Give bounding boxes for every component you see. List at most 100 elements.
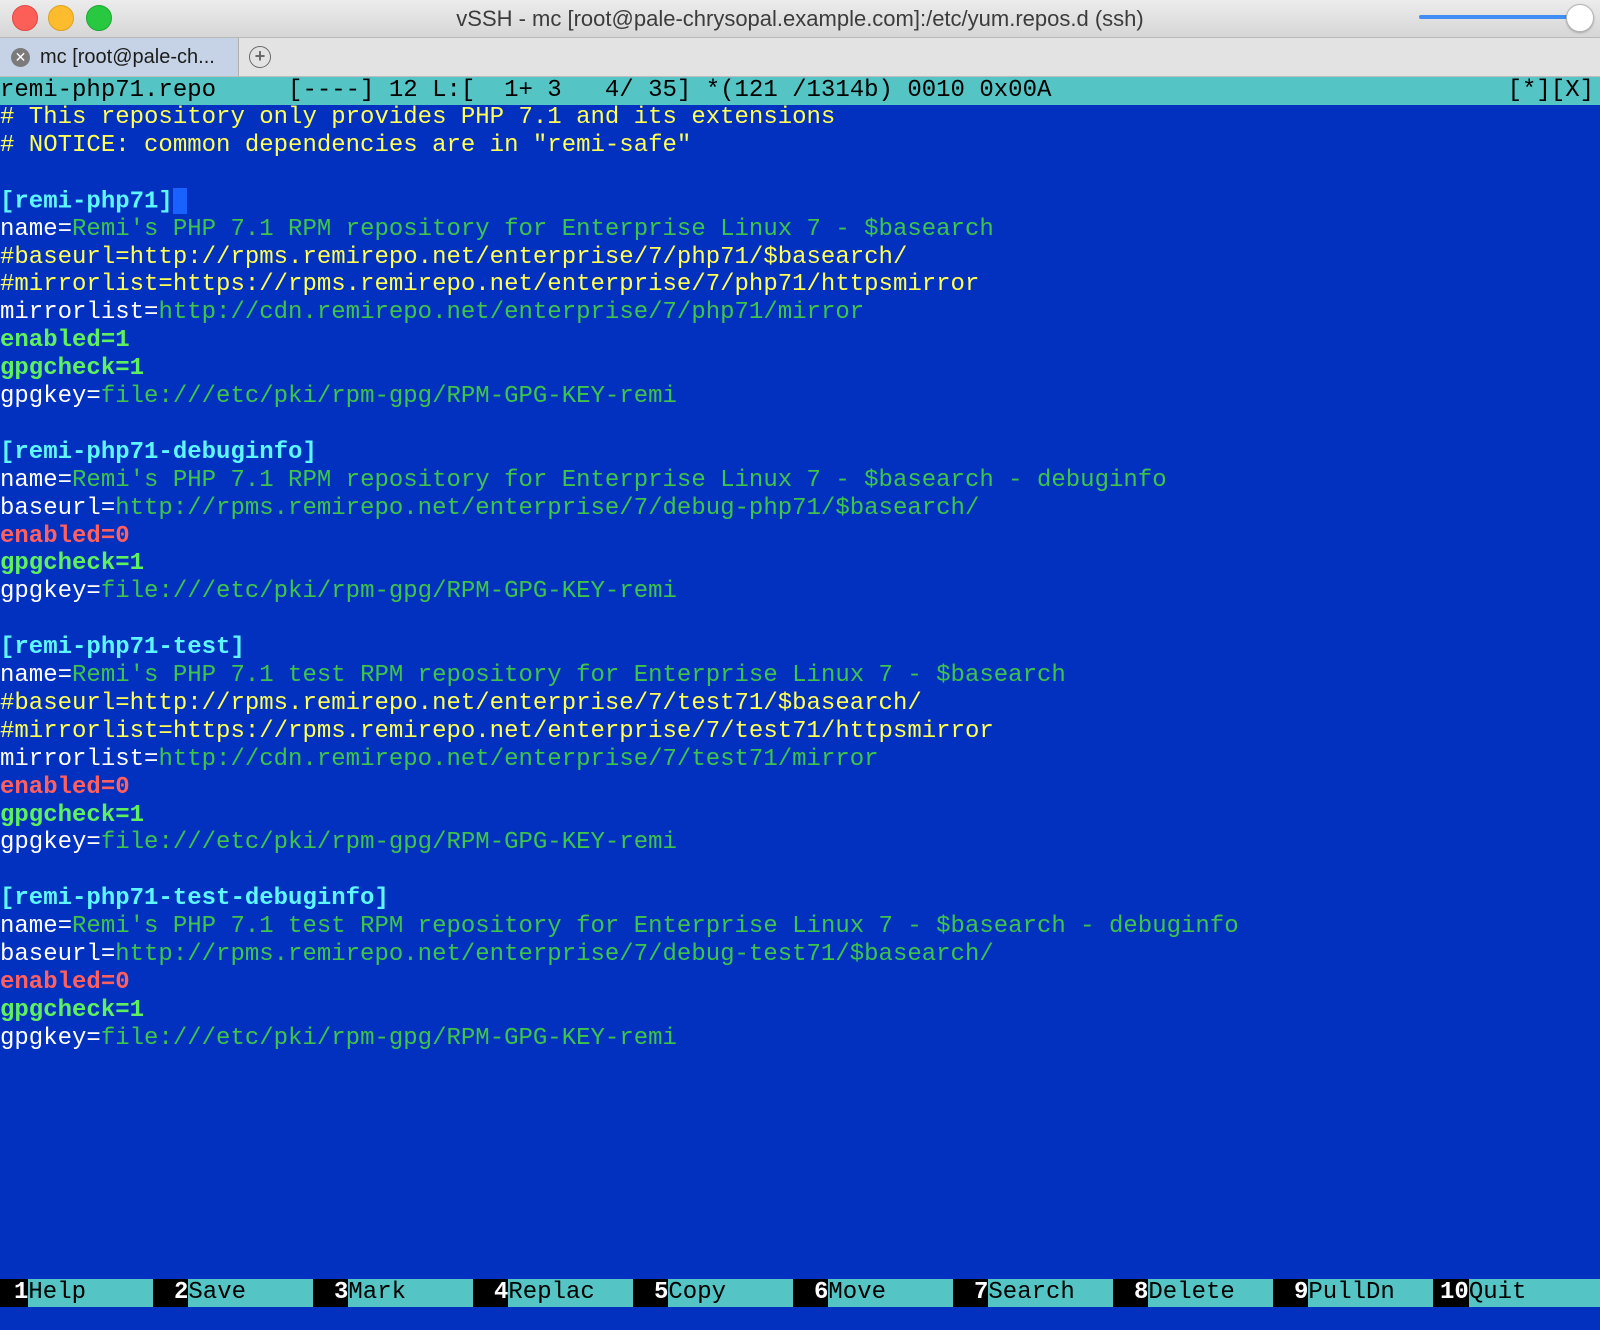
option-value: Remi's PHP 7.1 test RPM repository for E… <box>72 662 1066 689</box>
option-value: Remi's PHP 7.1 RPM repository for Enterp… <box>72 215 994 243</box>
option-key: name= <box>0 215 73 243</box>
fkey-label: Replac <box>508 1279 634 1307</box>
fkey-number: 5 <box>640 1279 669 1306</box>
editor-line[interactable]: #baseurl=http://rpms.remirepo.net/enterp… <box>0 690 922 718</box>
editor-line[interactable]: mirrorlist=http://cdn.remirepo.net/enter… <box>0 299 864 327</box>
tab-session[interactable]: ✕ mc [root@pale-ch... <box>0 38 239 76</box>
editor-line[interactable]: [remi-php71-test] <box>0 634 245 662</box>
option-key: gpgkey= <box>0 383 101 410</box>
editor-line[interactable]: name=Remi's PHP 7.1 RPM repository for E… <box>0 467 1167 495</box>
editor-line[interactable]: gpgkey=file:///etc/pki/rpm-gpg/RPM-GPG-K… <box>0 829 677 857</box>
section-header: [remi-php71-debuginfo] <box>0 438 317 466</box>
opacity-slider-track[interactable] <box>1419 15 1577 19</box>
fkey-label: Save <box>188 1279 314 1307</box>
editor-line[interactable]: #mirrorlist=https://rpms.remirepo.net/en… <box>0 718 994 746</box>
fkey-number: 7 <box>960 1279 989 1306</box>
fkey-number: 2 <box>160 1279 189 1306</box>
editor-line[interactable]: [remi-php71] <box>0 187 187 216</box>
fkey-help[interactable]: 1Help <box>0 1279 160 1307</box>
tab-close-icon[interactable]: ✕ <box>11 48 30 67</box>
option-off: enabled=0 <box>0 522 130 550</box>
editor-line[interactable]: #baseurl=http://rpms.remirepo.net/enterp… <box>0 244 907 272</box>
option-on: gpgcheck=1 <box>0 550 145 578</box>
editor-line[interactable]: enabled=0 <box>0 523 130 551</box>
editor-line[interactable]: [remi-php71-debuginfo] <box>0 439 317 467</box>
fkey-pulldn[interactable]: 9PullDn <box>1280 1279 1440 1307</box>
editor-line[interactable]: name=Remi's PHP 7.1 test RPM repository … <box>0 662 1066 690</box>
comment-text: #mirrorlist=https://rpms.remirepo.net/en… <box>0 271 980 299</box>
fkey-replac[interactable]: 4Replac <box>480 1279 640 1307</box>
fkey-label: Move <box>828 1279 954 1307</box>
fkey-copy[interactable]: 5Copy <box>640 1279 800 1307</box>
fkey-label: Search <box>988 1279 1114 1307</box>
editor-line[interactable]: # This repository only provides PHP 7.1 … <box>0 104 835 132</box>
function-key-bar: 1Help 2Save 3Mark 4Replac 5Copy 6Move 7Search 8… <box>0 1279 1600 1307</box>
option-key: gpgkey= <box>0 1024 101 1052</box>
editor-line[interactable]: gpgcheck=1 <box>0 355 144 383</box>
option-key: baseurl= <box>0 494 116 522</box>
opacity-slider-knob[interactable] <box>1566 4 1594 32</box>
editor-line[interactable]: [remi-php71-test-debuginfo] <box>0 885 389 913</box>
option-value: http://cdn.remirepo.net/enterprise/7/tes… <box>158 745 879 773</box>
option-key: gpgkey= <box>0 829 101 857</box>
editor-line[interactable]: gpgkey=file:///etc/pki/rpm-gpg/RPM-GPG-K… <box>0 578 677 606</box>
fkey-label: PullDn <box>1308 1279 1434 1307</box>
editor-line[interactable]: baseurl=http://rpms.remirepo.net/enterpr… <box>0 495 979 523</box>
editor-line[interactable]: gpgkey=file:///etc/pki/rpm-gpg/RPM-GPG-K… <box>0 1025 677 1053</box>
option-key: name= <box>0 466 73 494</box>
option-value: Remi's PHP 7.1 test RPM repository for E… <box>72 913 1239 941</box>
editor-line[interactable]: baseurl=http://rpms.remirepo.net/enterpr… <box>0 941 994 969</box>
section-header: [remi-php71] <box>0 188 173 216</box>
fkey-label: Quit <box>1468 1279 1600 1307</box>
new-tab-icon[interactable]: + <box>249 46 271 68</box>
option-value: http://rpms.remirepo.net/enterprise/7/de… <box>115 494 980 522</box>
title-bar: vSSH - mc [root@pale-chrysopal.example.c… <box>0 0 1600 38</box>
option-value: file:///etc/pki/rpm-gpg/RPM-GPG-KEY-remi <box>100 383 677 410</box>
option-value: http://rpms.remirepo.net/enterprise/7/de… <box>115 941 994 968</box>
option-off: enabled=0 <box>0 773 130 801</box>
editor-window-flags[interactable]: [*][X] <box>1508 77 1594 105</box>
fkey-mark[interactable]: 3Mark <box>320 1279 480 1307</box>
option-key: mirrorlist= <box>0 299 159 327</box>
comment-text: #baseurl=http://rpms.remirepo.net/enterp… <box>0 243 908 271</box>
section-header: [remi-php71-test] <box>0 634 245 662</box>
option-on: gpgcheck=1 <box>0 996 145 1024</box>
option-key: name= <box>0 662 73 689</box>
editor-line[interactable]: gpgcheck=1 <box>0 802 144 830</box>
fkey-number: 4 <box>480 1279 509 1306</box>
option-value: Remi's PHP 7.1 RPM repository for Enterp… <box>72 466 1167 494</box>
tab-label: mc [root@pale-ch... <box>40 46 215 68</box>
fkey-search[interactable]: 7Search <box>960 1279 1120 1307</box>
editor-line[interactable]: gpgcheck=1 <box>0 550 144 578</box>
editor-line[interactable]: #mirrorlist=https://rpms.remirepo.net/en… <box>0 271 979 299</box>
editor-status-line: remi-php71.repo [----] 12 L:[ 1+ 3 4/ 35… <box>0 77 1600 105</box>
option-value: http://cdn.remirepo.net/enterprise/7/php… <box>158 299 865 327</box>
window-title: vSSH - mc [root@pale-chrysopal.example.c… <box>456 6 1144 31</box>
fkey-label: Help <box>28 1279 154 1307</box>
editor-line[interactable]: enabled=1 <box>0 327 130 355</box>
editor-line[interactable]: mirrorlist=http://cdn.remirepo.net/enter… <box>0 746 879 774</box>
fkey-number: 6 <box>800 1279 829 1306</box>
section-header: [remi-php71-test-debuginfo] <box>0 885 389 913</box>
option-on: gpgcheck=1 <box>0 355 145 383</box>
terminal-view[interactable]: remi-php71.repo [----] 12 L:[ 1+ 3 4/ 35… <box>0 77 1600 1330</box>
editor-line[interactable]: name=Remi's PHP 7.1 test RPM repository … <box>0 913 1239 941</box>
option-off: enabled=0 <box>0 968 130 996</box>
fkey-delete[interactable]: 8Delete <box>1120 1279 1280 1307</box>
fkey-save[interactable]: 2Save <box>160 1279 320 1307</box>
fkey-number: 10 <box>1440 1279 1469 1306</box>
editor-line[interactable]: name=Remi's PHP 7.1 RPM repository for E… <box>0 216 994 244</box>
editor-line[interactable]: enabled=0 <box>0 774 130 802</box>
editor-line[interactable]: gpgcheck=1 <box>0 997 144 1025</box>
comment-text: #baseurl=http://rpms.remirepo.net/enterp… <box>0 689 922 717</box>
editor-line[interactable]: gpgkey=file:///etc/pki/rpm-gpg/RPM-GPG-K… <box>0 383 677 411</box>
fkey-move[interactable]: 6Move <box>800 1279 960 1307</box>
comment-text: # NOTICE: common dependencies are in "re… <box>0 131 692 159</box>
editor-line[interactable]: enabled=0 <box>0 969 130 997</box>
option-value: file:///etc/pki/rpm-gpg/RPM-GPG-KEY-remi <box>100 1024 677 1052</box>
editor-status-text: remi-php71.repo [----] 12 L:[ 1+ 3 4/ 35… <box>0 77 1052 104</box>
fkey-quit[interactable]: 10Quit <box>1440 1279 1600 1307</box>
editor-line[interactable]: # NOTICE: common dependencies are in "re… <box>0 132 691 160</box>
option-key: baseurl= <box>0 941 116 968</box>
option-on: gpgcheck=1 <box>0 801 145 829</box>
